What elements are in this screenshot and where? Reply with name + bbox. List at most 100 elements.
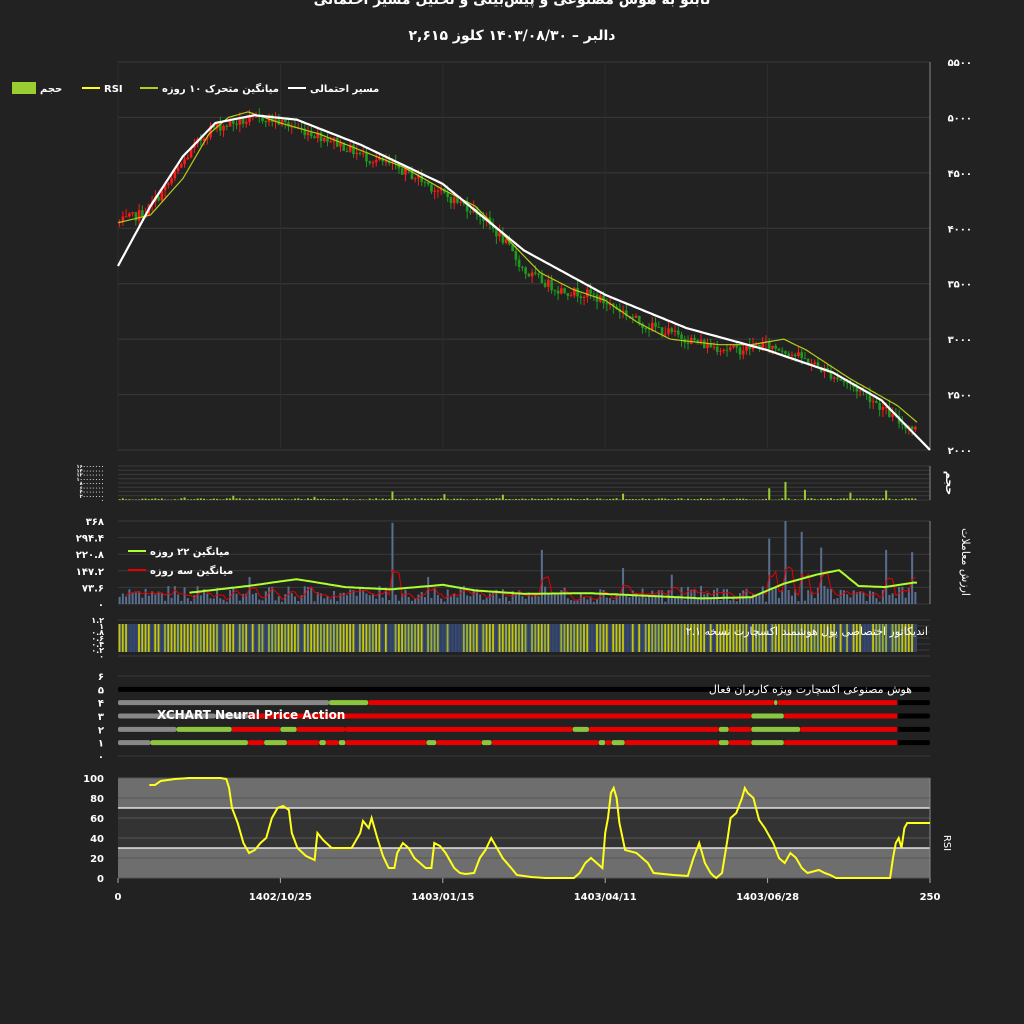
volume-bar (297, 498, 300, 500)
value-bar (833, 599, 836, 604)
value-bar (774, 586, 777, 604)
indicator-stripe (638, 624, 641, 652)
volume-bar (446, 498, 449, 500)
volume-bar (862, 498, 865, 500)
indicator-stripe (329, 624, 332, 652)
indicator-stripe (576, 624, 579, 652)
volume-bar (232, 495, 235, 500)
value-bar (190, 601, 193, 604)
indicator-stripe (277, 624, 280, 652)
indicator-stripe (320, 624, 322, 652)
ai-state-segment (718, 740, 729, 746)
value-bar (261, 600, 264, 604)
value-tick-label: ۲۲۰.۸ (76, 550, 104, 561)
volume-bar (885, 490, 888, 500)
indicator-stripe (488, 624, 491, 652)
indicator-stripe (232, 624, 235, 652)
value-bar (404, 589, 407, 604)
value-bar (768, 538, 771, 604)
indicator-stripe (345, 624, 348, 652)
ai-state-segment (345, 740, 427, 746)
volume-bar (732, 499, 735, 500)
volume-bar (242, 499, 245, 500)
legend-label: میانگین متحرک ۱۰ روزه (162, 82, 279, 95)
legend-label: مسیر احتمالی (310, 84, 379, 95)
indicator-stripe (495, 624, 498, 652)
value-bar (479, 594, 482, 604)
volume-bar (787, 498, 790, 500)
candle-body (183, 159, 186, 165)
indicator-stripe (664, 624, 667, 652)
volume-bar (261, 498, 264, 500)
candle-body (430, 184, 433, 192)
indicator-stripe (287, 624, 290, 652)
volume-bar (881, 498, 884, 500)
volume-bar (661, 498, 664, 500)
value-tick-label: ۳۶۸ (86, 517, 104, 528)
indicator-stripe (566, 624, 569, 652)
volume-bar (274, 498, 277, 500)
volume-bar (332, 499, 335, 500)
candle-body (871, 401, 875, 403)
indicator-stripe (336, 624, 339, 652)
volume-bar (667, 499, 670, 500)
x-tick-label: 0 (115, 892, 122, 903)
indicator-stripe (355, 624, 358, 652)
volume-bar (511, 499, 514, 500)
ai-state-segment (897, 740, 930, 746)
candle-body (680, 334, 683, 340)
volume-bar (803, 489, 806, 500)
value-bar (826, 588, 829, 604)
value-bar (391, 522, 394, 604)
chart-svg: ۵۵۰۰۵۰۰۰۴۵۰۰۴۰۰۰۳۵۰۰۳۰۰۰۲۵۰۰۲۰۰۰حجم RSI می… (12, 58, 972, 903)
candle-body (813, 362, 816, 364)
indicator-stripe (625, 624, 628, 652)
volume-bar (258, 498, 261, 500)
volume-bar (449, 499, 452, 500)
value-bar (144, 588, 147, 604)
candle-body (566, 293, 570, 296)
candle-body (423, 181, 427, 183)
value-bar (209, 598, 212, 604)
volume-bar (375, 498, 378, 500)
volume-bar (423, 498, 426, 500)
volume-bar (157, 498, 160, 500)
value-bar (807, 590, 810, 604)
indicator-stripe (609, 624, 611, 652)
value-bar (160, 592, 163, 604)
volume-bar (352, 499, 355, 500)
candle-body (800, 352, 804, 359)
legend-label: RSI (104, 84, 123, 95)
ai-state-segment (783, 740, 898, 746)
indicator-stripe (482, 624, 485, 652)
indicator-stripe (466, 624, 468, 652)
volume-bar (190, 499, 193, 500)
ai-state-segment (491, 740, 599, 746)
value-bar (414, 598, 417, 604)
indicator-stripe (661, 624, 663, 652)
value-bar (238, 600, 241, 604)
value-bar (758, 594, 761, 604)
indicator-stripe (479, 624, 481, 652)
ai-state-segment (296, 726, 346, 732)
candle-body (839, 379, 842, 381)
candle-body (644, 328, 648, 330)
volume-bar (160, 498, 163, 500)
indicator-stripe (297, 624, 300, 652)
indicator-stripe (579, 624, 582, 652)
volume-bar (128, 499, 131, 500)
value-bar (726, 589, 728, 604)
indicator-stripe (674, 624, 676, 652)
value-bar (505, 596, 508, 604)
indicator-stripe (245, 624, 248, 652)
ai-tick-label: ۱ (98, 739, 104, 750)
indicator-stripe (141, 624, 144, 652)
volume-bar (914, 498, 917, 500)
rsi-overbought-zone (118, 778, 930, 808)
value-bar (612, 600, 615, 604)
value-bar (345, 595, 348, 604)
volume-bar (310, 498, 313, 500)
candle-body (547, 279, 550, 287)
volume-bar (865, 498, 868, 500)
rsi-tick-label: 100 (83, 774, 104, 785)
